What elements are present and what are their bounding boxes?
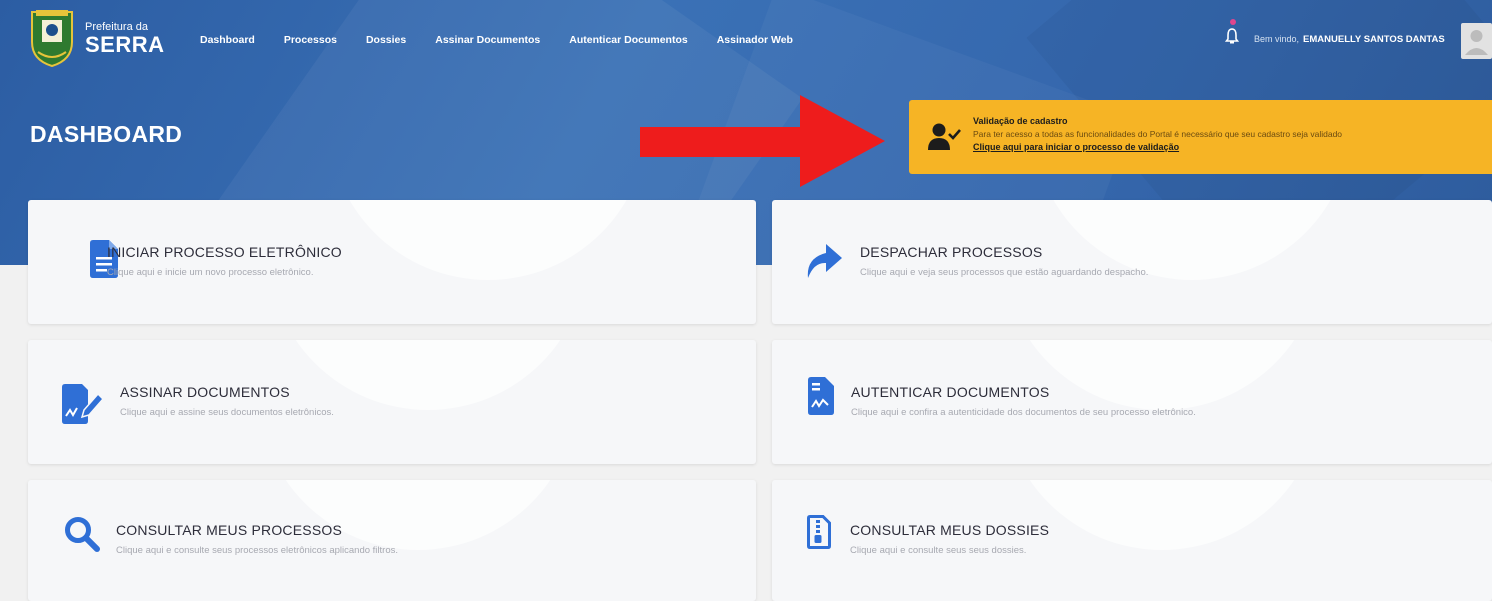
card-description: Clique aqui e veja seus processos que es… bbox=[860, 267, 1149, 278]
search-icon bbox=[65, 517, 100, 552]
card-despachar-processos[interactable]: DESPACHAR PROCESSOS Clique aqui e veja s… bbox=[772, 200, 1492, 324]
card-title: ASSINAR DOCUMENTOS bbox=[120, 384, 290, 400]
card-description: Clique aqui e assine seus documentos ele… bbox=[120, 407, 334, 418]
banner-text: Para ter acesso a todas as funcionalidad… bbox=[973, 129, 1343, 139]
sign-document-icon bbox=[62, 384, 104, 424]
nav-assinador-web[interactable]: Assinador Web bbox=[717, 34, 793, 46]
city-crest-logo[interactable] bbox=[28, 8, 76, 68]
notification-badge bbox=[1230, 19, 1236, 25]
top-navbar: Prefeitura da SERRA Dashboard Processos … bbox=[0, 0, 1492, 80]
user-silhouette-icon bbox=[1465, 30, 1488, 55]
card-autenticar-documentos[interactable]: AUTENTICAR DOCUMENTOS Clique aqui e conf… bbox=[772, 340, 1492, 464]
logo-text: Prefeitura da SERRA bbox=[85, 22, 165, 56]
banner-title: Validação de cadastro bbox=[973, 116, 1068, 126]
nav-dashboard[interactable]: Dashboard bbox=[200, 34, 255, 46]
card-assinar-documentos[interactable]: ASSINAR DOCUMENTOS Clique aqui e assine … bbox=[28, 340, 756, 464]
card-description: Clique aqui e confira a autenticidade do… bbox=[851, 407, 1196, 418]
bell-icon[interactable] bbox=[1225, 28, 1239, 44]
card-title: INICIAR PROCESSO ELETRÔNICO bbox=[107, 244, 342, 260]
card-description: Clique aqui e consulte seus seus dossies… bbox=[850, 545, 1027, 556]
welcome-text: Bem vindo, EMANUELLY SANTOS DANTAS bbox=[1254, 34, 1445, 45]
card-title: CONSULTAR MEUS PROCESSOS bbox=[116, 522, 342, 538]
nav-dossies[interactable]: Dossies bbox=[366, 34, 406, 46]
nav-autenticar-documentos[interactable]: Autenticar Documentos bbox=[569, 34, 687, 46]
red-arrow-icon bbox=[640, 95, 885, 187]
zip-file-icon bbox=[807, 515, 831, 549]
card-title: DESPACHAR PROCESSOS bbox=[860, 244, 1043, 260]
user-name[interactable]: EMANUELLY SANTOS DANTAS bbox=[1303, 34, 1445, 45]
banner-validation-link[interactable]: Clique aqui para iniciar o processo de v… bbox=[973, 142, 1179, 152]
user-check-icon bbox=[928, 123, 961, 150]
card-title: AUTENTICAR DOCUMENTOS bbox=[851, 384, 1050, 400]
welcome-label: Bem vindo, bbox=[1254, 34, 1300, 44]
card-description: Clique aqui e consulte seus processos el… bbox=[116, 545, 398, 556]
page-title: DASHBOARD bbox=[30, 121, 183, 147]
logo-title: SERRA bbox=[85, 32, 165, 57]
certificate-document-icon bbox=[808, 377, 834, 415]
nav-processos[interactable]: Processos bbox=[284, 34, 337, 46]
main-nav: Dashboard Processos Dossies Assinar Docu… bbox=[200, 34, 793, 46]
card-iniciar-processo[interactable]: INICIAR PROCESSO ELETRÔNICO Clique aqui … bbox=[28, 200, 756, 324]
card-description: Clique aqui e inicie um novo processo el… bbox=[107, 267, 314, 278]
avatar[interactable] bbox=[1461, 23, 1492, 59]
validation-banner[interactable]: Validação de cadastro Para ter acesso a … bbox=[909, 100, 1492, 174]
card-consultar-dossies[interactable]: CONSULTAR MEUS DOSSIES Clique aqui e con… bbox=[772, 480, 1492, 601]
share-arrow-icon bbox=[807, 244, 842, 278]
nav-assinar-documentos[interactable]: Assinar Documentos bbox=[435, 34, 540, 46]
card-title: CONSULTAR MEUS DOSSIES bbox=[850, 522, 1050, 538]
card-consultar-processos[interactable]: CONSULTAR MEUS PROCESSOS Clique aqui e c… bbox=[28, 480, 756, 601]
